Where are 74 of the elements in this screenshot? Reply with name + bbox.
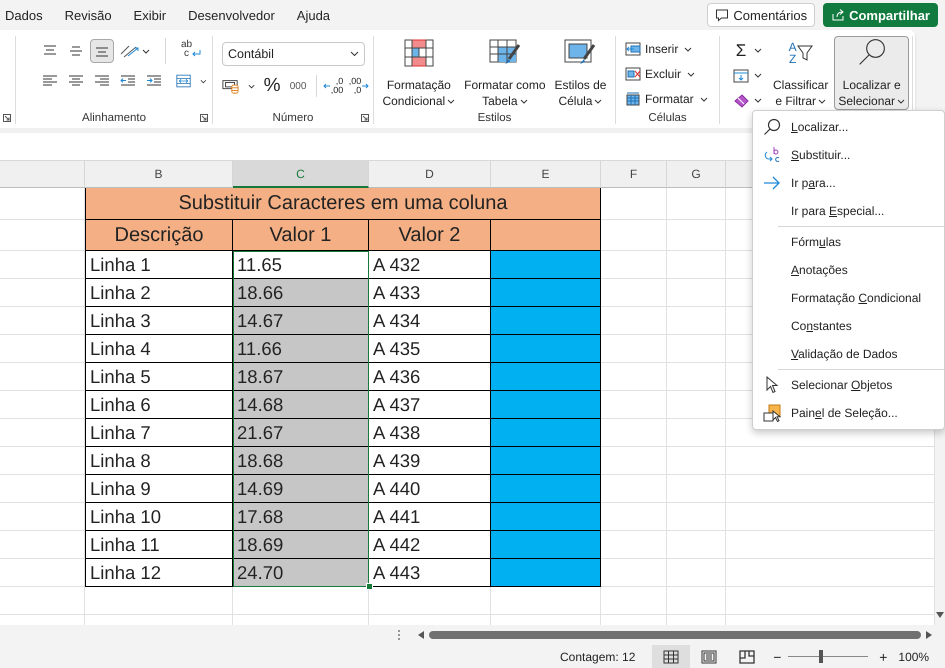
zoom-in-button[interactable]: +	[876, 648, 890, 666]
table-cell: 18.67	[233, 363, 369, 391]
menu-item[interactable]: Ir para...	[753, 169, 944, 197]
table-cell: Linha 1	[85, 251, 233, 279]
number-format-dropdown[interactable]: Contábil	[222, 42, 365, 66]
increase-decimal-button[interactable]: ,0 ,00	[321, 74, 345, 98]
table-cell: Linha 12	[85, 559, 233, 587]
column-header[interactable]: G	[667, 161, 726, 188]
group-label: Alinhamento	[81, 112, 147, 124]
group-label: Células	[647, 112, 688, 124]
menu-item[interactable]: Formatação Condicional	[753, 284, 944, 312]
group-label: Estilos	[476, 112, 512, 124]
sort-filter-button[interactable]: A Z Classificar e Filtrar	[769, 36, 832, 110]
table-cell: 18.68	[233, 447, 369, 475]
table-cell: Linha 4	[85, 335, 233, 363]
column-header[interactable]: F	[601, 161, 667, 188]
comma-style-button[interactable]: 000	[286, 74, 310, 98]
zoom-level[interactable]: 100%	[898, 650, 930, 664]
format-as-table-button[interactable]: Formatar como Tabela	[461, 36, 548, 110]
table-cell: 18.69	[233, 531, 369, 559]
table-cell: Linha 2	[85, 279, 233, 307]
table-cell: Linha 10	[85, 503, 233, 531]
menu-item[interactable]: Painel de Seleção...	[753, 399, 944, 427]
ribbon-tab[interactable]: Revisão	[60, 8, 118, 22]
conditional-formatting-button[interactable]: Formatação Condicional	[379, 36, 458, 110]
table-cell: 18.66	[233, 279, 369, 307]
header-cell: Valor 1	[233, 220, 369, 251]
table-cell: Linha 5	[85, 363, 233, 391]
cell-styles-button[interactable]: Estilos de Célula	[551, 36, 610, 110]
column-header[interactable]: C	[233, 161, 369, 188]
comments-button[interactable]: Comentários	[707, 3, 816, 27]
table-cell: 14.68	[233, 391, 369, 419]
table-cell: Linha 7	[85, 419, 233, 447]
autosum-button[interactable]: Σ	[732, 38, 763, 63]
table-cell: Linha 8	[85, 447, 233, 475]
table-cell: 17.68	[233, 503, 369, 531]
delete-button[interactable]: Excluir	[624, 62, 696, 86]
table-cell: Linha 3	[85, 307, 233, 335]
insert-button[interactable]: Inserir	[624, 37, 694, 61]
ribbon-tab[interactable]: Ajuda	[292, 8, 336, 22]
header-cell: Valor 2	[369, 220, 491, 251]
table-cell: Linha 6	[85, 391, 233, 419]
wrap-text-button[interactable]: ab c	[176, 39, 206, 63]
menu-item[interactable]: Fórmulas	[753, 228, 944, 256]
menu-item[interactable]: Anotações	[753, 256, 944, 284]
table-cell: 11.66	[233, 335, 369, 363]
status-count: Contagem: 12	[560, 650, 636, 664]
decrease-decimal-button[interactable]: ,00 ,0	[347, 74, 371, 98]
table-cell: 21.67	[233, 419, 369, 447]
percent-button[interactable]: %	[260, 74, 284, 98]
table-cell: 24.70	[233, 559, 369, 587]
column-header[interactable]: B	[85, 161, 233, 188]
format-button[interactable]: Formatar	[624, 87, 709, 111]
ribbon-tab[interactable]: Dados	[0, 8, 49, 22]
menu-item[interactable]: Localizar...	[753, 113, 944, 141]
menu-item[interactable]: Ir para Especial...	[753, 197, 944, 225]
menu-item[interactable]: Constantes	[753, 312, 944, 340]
column-header[interactable]: E	[491, 161, 601, 188]
group-label: Número	[272, 112, 314, 124]
menu-item[interactable]: Validação de Dados	[753, 340, 944, 368]
find-select-button[interactable]: Localizar e Selecionar	[834, 36, 910, 110]
zoom-out-button[interactable]: −	[770, 648, 784, 666]
table-title: Substituir Caracteres em uma coluna	[85, 188, 601, 220]
table-cell: Linha 9	[85, 475, 233, 503]
header-cell: Descrição	[85, 220, 233, 251]
share-button[interactable]: Compartilhar	[823, 3, 938, 27]
table-cell: 14.67	[233, 307, 369, 335]
table-cell: 14.69	[233, 475, 369, 503]
menu-item[interactable]: Substituir...	[753, 141, 944, 169]
ribbon-tab[interactable]: Exibir	[128, 8, 172, 22]
menu-item[interactable]: Selecionar Objetos	[753, 371, 944, 399]
table-cell: Linha 11	[85, 531, 233, 559]
column-header[interactable]: D	[369, 161, 491, 188]
ribbon-tab[interactable]: Desenvolvedor	[183, 8, 281, 22]
